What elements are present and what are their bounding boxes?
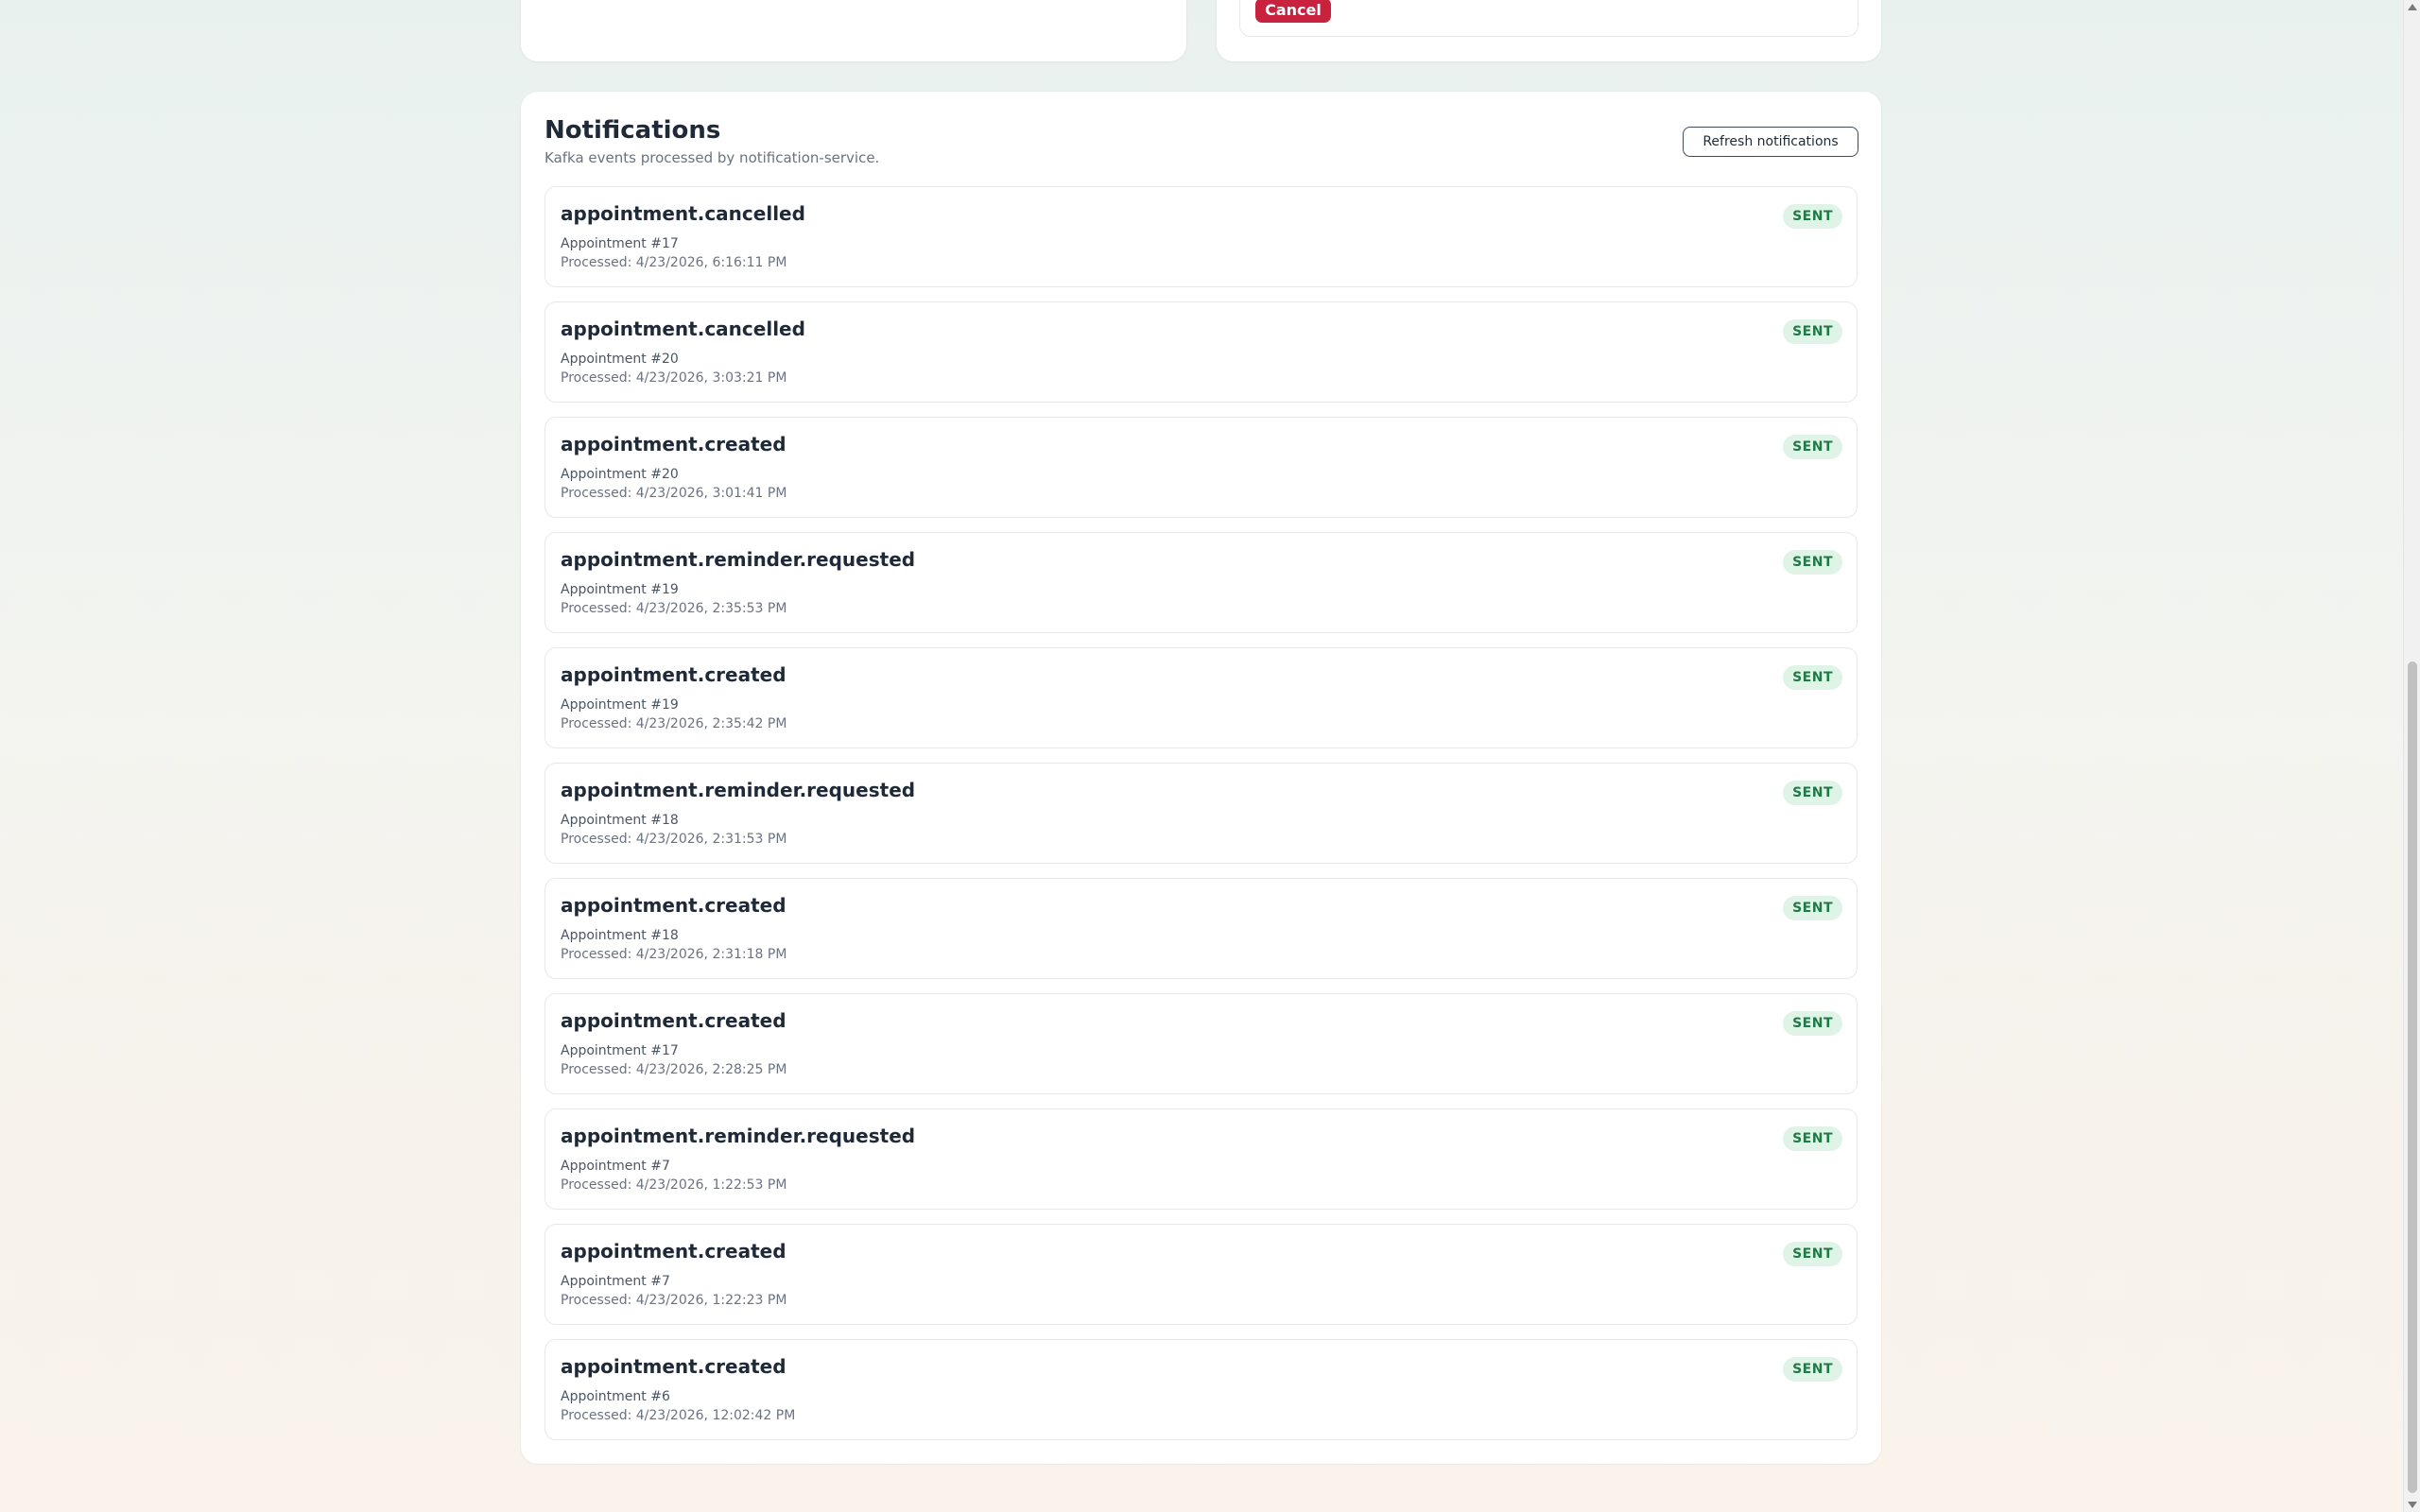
notification-processed-time: Processed: 4/23/2026, 6:16:11 PM xyxy=(561,255,787,270)
notification-event: appointment.created xyxy=(561,1009,786,1032)
notification-item: appointment.reminder.requested Appointme… xyxy=(544,763,1858,864)
notification-processed-time: Processed: 4/23/2026, 1:22:53 PM xyxy=(561,1177,787,1193)
notification-appointment: Appointment #7 xyxy=(561,1159,670,1174)
notification-processed-time: Processed: 4/23/2026, 12:02:42 PM xyxy=(561,1408,796,1423)
top-left-panel xyxy=(521,0,1186,61)
notification-appointment: Appointment #19 xyxy=(561,697,679,713)
notification-item: appointment.reminder.requested Appointme… xyxy=(544,532,1858,633)
notification-item: appointment.created Appointment #6 Proce… xyxy=(544,1339,1858,1440)
status-badge: SENT xyxy=(1783,1357,1842,1382)
notification-appointment: Appointment #20 xyxy=(561,467,679,482)
notification-processed-time: Processed: 4/23/2026, 3:03:21 PM xyxy=(561,370,787,386)
notification-processed-time: Processed: 4/23/2026, 2:35:53 PM xyxy=(561,601,787,616)
notification-processed-time: Processed: 4/23/2026, 2:35:42 PM xyxy=(561,716,787,731)
notification-processed-time: Processed: 4/23/2026, 2:31:53 PM xyxy=(561,832,787,847)
notification-item: appointment.created Appointment #17 Proc… xyxy=(544,993,1858,1094)
notification-appointment: Appointment #6 xyxy=(561,1389,670,1404)
notification-appointment: Appointment #18 xyxy=(561,928,679,943)
notifications-subtitle: Kafka events processed by notification-s… xyxy=(544,149,880,166)
notification-item: appointment.created Appointment #20 Proc… xyxy=(544,417,1858,518)
notification-item: appointment.created Appointment #19 Proc… xyxy=(544,647,1858,748)
notification-item: appointment.created Appointment #7 Proce… xyxy=(544,1224,1858,1325)
page-scrollbar[interactable] xyxy=(2403,0,2420,1512)
notification-event: appointment.reminder.requested xyxy=(561,779,916,801)
notification-item: appointment.reminder.requested Appointme… xyxy=(544,1108,1858,1210)
status-badge: SENT xyxy=(1783,1011,1842,1036)
notification-appointment: Appointment #19 xyxy=(561,582,679,597)
cancel-button[interactable]: Cancel xyxy=(1255,0,1331,23)
notification-event: appointment.cancelled xyxy=(561,318,805,340)
notification-event: appointment.reminder.requested xyxy=(561,548,916,571)
notification-item: appointment.cancelled Appointment #20 Pr… xyxy=(544,301,1858,403)
notification-event: appointment.created xyxy=(561,894,786,917)
notification-event: appointment.cancelled xyxy=(561,202,805,225)
status-badge: SENT xyxy=(1783,435,1842,459)
status-badge: SENT xyxy=(1783,204,1842,229)
notification-appointment: Appointment #7 xyxy=(561,1274,670,1289)
top-right-panel: Cancel xyxy=(1217,0,1881,61)
status-badge: SENT xyxy=(1783,319,1842,344)
scroll-down-arrow-icon[interactable] xyxy=(2408,1502,2417,1508)
notification-appointment: Appointment #20 xyxy=(561,352,679,367)
status-badge: SENT xyxy=(1783,665,1842,690)
notification-event: appointment.reminder.requested xyxy=(561,1125,916,1147)
notification-appointment: Appointment #17 xyxy=(561,236,679,251)
scroll-up-arrow-icon[interactable] xyxy=(2408,4,2417,10)
notification-appointment: Appointment #18 xyxy=(561,813,679,828)
notification-event: appointment.created xyxy=(561,433,786,455)
notification-processed-time: Processed: 4/23/2026, 2:28:25 PM xyxy=(561,1062,787,1077)
notification-event: appointment.created xyxy=(561,1240,786,1263)
notification-appointment: Appointment #17 xyxy=(561,1043,679,1058)
notification-event: appointment.created xyxy=(561,663,786,686)
status-badge: SENT xyxy=(1783,781,1842,805)
notification-item: appointment.created Appointment #18 Proc… xyxy=(544,878,1858,979)
notification-item: appointment.cancelled Appointment #17 Pr… xyxy=(544,186,1858,287)
notification-event: appointment.created xyxy=(561,1355,786,1378)
notification-processed-time: Processed: 4/23/2026, 2:31:18 PM xyxy=(561,947,787,962)
status-badge: SENT xyxy=(1783,1126,1842,1151)
scrollbar-thumb[interactable] xyxy=(2408,662,2417,1493)
notifications-title: Notifications xyxy=(544,116,721,145)
status-badge: SENT xyxy=(1783,1242,1842,1266)
notification-processed-time: Processed: 4/23/2026, 3:01:41 PM xyxy=(561,486,787,501)
status-badge: SENT xyxy=(1783,896,1842,920)
status-badge: SENT xyxy=(1783,550,1842,575)
notification-processed-time: Processed: 4/23/2026, 1:22:23 PM xyxy=(561,1293,787,1308)
notifications-list: appointment.cancelled Appointment #17 Pr… xyxy=(544,186,1858,1454)
notifications-panel: Notifications Kafka events processed by … xyxy=(521,92,1881,1464)
appointment-card-bottom xyxy=(1239,0,1858,37)
refresh-notifications-button[interactable]: Refresh notifications xyxy=(1683,127,1858,157)
